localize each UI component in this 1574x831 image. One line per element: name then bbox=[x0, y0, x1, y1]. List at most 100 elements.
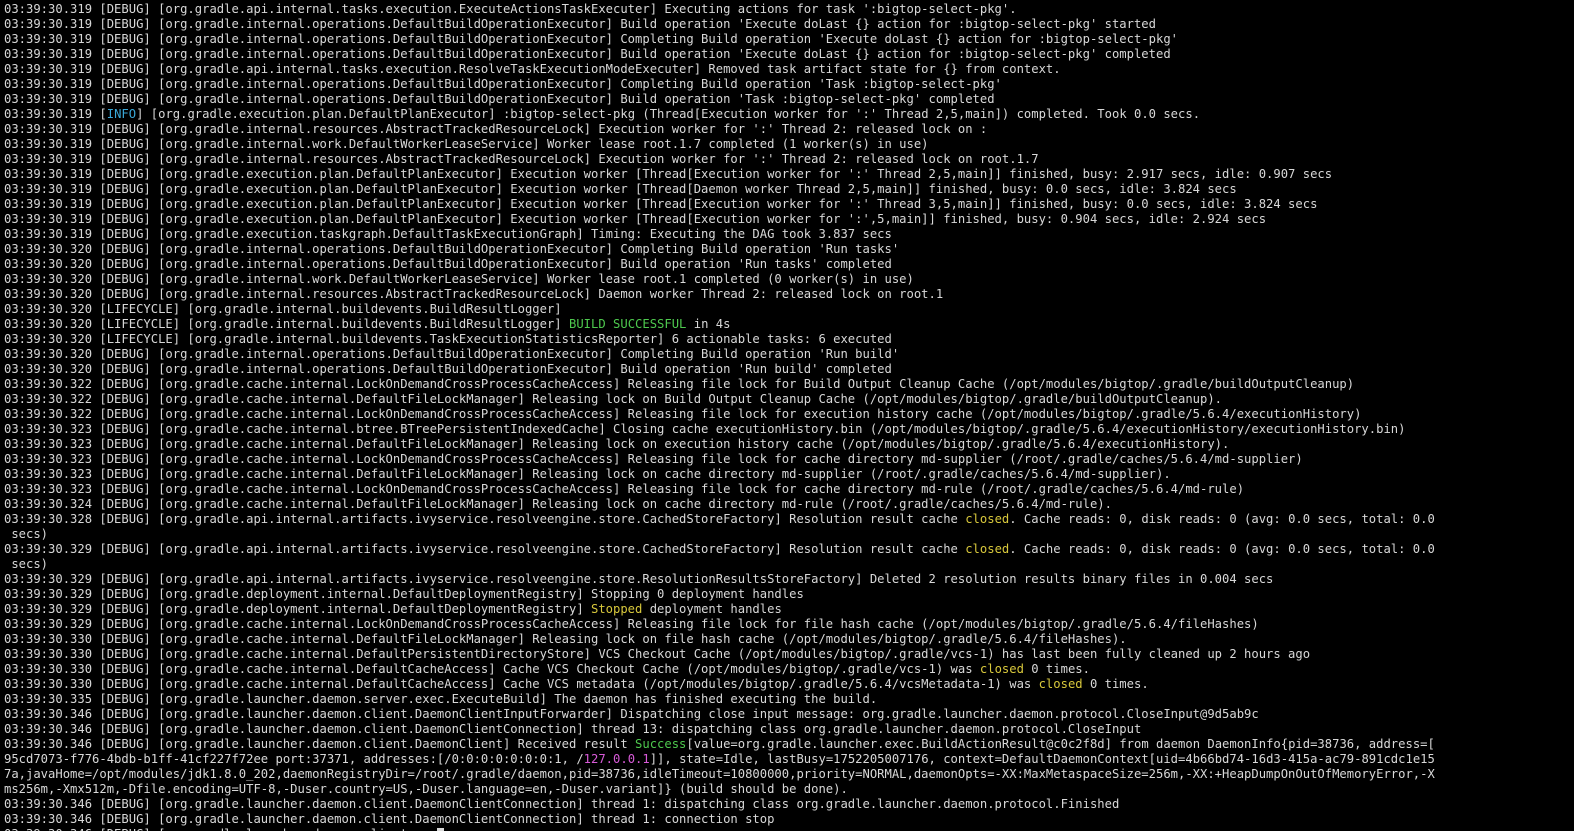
highlighted-log-text: BUILD SUCCESSFUL bbox=[569, 317, 687, 331]
terminal-line: 03:39:30.319 [DEBUG] [org.gradle.executi… bbox=[4, 197, 1574, 212]
terminal-line: 95cd7073-f776-4bdb-b1ff-41cf227f72ee por… bbox=[4, 752, 1574, 767]
log-text: 95cd7073-f776-4bdb-b1ff-41cf227f72ee por… bbox=[4, 752, 584, 766]
log-text: 03:39:30.346 [DEBUG] [org.gradle.launche… bbox=[4, 827, 437, 831]
log-text: 03:39:30.330 [DEBUG] [org.gradle.cache.i… bbox=[4, 677, 1039, 691]
log-text: 03:39:30.319 [DEBUG] [org.gradle.interna… bbox=[4, 92, 995, 106]
highlighted-log-text: INFO bbox=[106, 107, 137, 121]
log-text: 03:39:30.329 [DEBUG] [org.gradle.cache.i… bbox=[4, 617, 1259, 631]
log-text: 03:39:30.346 [DEBUG] [org.gradle.launche… bbox=[4, 737, 636, 751]
terminal-window[interactable]: 03:39:30.319 [DEBUG] [org.gradle.api.int… bbox=[0, 0, 1574, 831]
terminal-line: secs) bbox=[4, 527, 1574, 542]
terminal-line: 03:39:30.320 [DEBUG] [org.gradle.interna… bbox=[4, 242, 1574, 257]
terminal-line: 03:39:30.346 [DEBUG] [org.gradle.launche… bbox=[4, 797, 1574, 812]
terminal-line: 03:39:30.319 [INFO] [org.gradle.executio… bbox=[4, 107, 1574, 122]
terminal-line: 03:39:30.323 [DEBUG] [org.gradle.cache.i… bbox=[4, 422, 1574, 437]
log-text: 03:39:30.322 [DEBUG] [org.gradle.cache.i… bbox=[4, 392, 1223, 406]
highlighted-log-text: 127.0.0.1 bbox=[583, 752, 650, 766]
terminal-line: 03:39:30.346 [DEBUG] [org.gradle.launche… bbox=[4, 722, 1574, 737]
terminal-line: 03:39:30.335 [DEBUG] [org.gradle.launche… bbox=[4, 692, 1574, 707]
terminal-line: 03:39:30.319 [DEBUG] [org.gradle.executi… bbox=[4, 182, 1574, 197]
log-text: 03:39:30.330 [DEBUG] [org.gradle.cache.i… bbox=[4, 632, 1127, 646]
log-text: 03:39:30.320 [LIFECYCLE] [org.gradle.int… bbox=[4, 317, 569, 331]
log-text: 03:39:30.319 [ bbox=[4, 107, 107, 121]
terminal-line: 03:39:30.322 [DEBUG] [org.gradle.cache.i… bbox=[4, 407, 1574, 422]
terminal-line: 03:39:30.319 [DEBUG] [org.gradle.executi… bbox=[4, 227, 1574, 242]
log-text: ms256m,-Xmx512m,-Dfile.encoding=UTF-8,-D… bbox=[4, 782, 848, 796]
terminal-line: 03:39:30.329 [DEBUG] [org.gradle.api.int… bbox=[4, 542, 1574, 557]
terminal-line: 03:39:30.322 [DEBUG] [org.gradle.cache.i… bbox=[4, 392, 1574, 407]
log-text: 03:39:30.319 [DEBUG] [org.gradle.interna… bbox=[4, 137, 929, 151]
highlighted-log-text: closed bbox=[1038, 677, 1083, 691]
log-text: 03:39:30.320 [DEBUG] [org.gradle.interna… bbox=[4, 362, 892, 376]
terminal-line: 03:39:30.319 [DEBUG] [org.gradle.interna… bbox=[4, 137, 1574, 152]
log-text: 0 times. bbox=[1023, 662, 1090, 676]
terminal-line: 03:39:30.330 [DEBUG] [org.gradle.cache.i… bbox=[4, 677, 1574, 692]
terminal-line: 03:39:30.324 [DEBUG] [org.gradle.cache.i… bbox=[4, 497, 1574, 512]
terminal-line: 03:39:30.323 [DEBUG] [org.gradle.cache.i… bbox=[4, 452, 1574, 467]
log-text: 03:39:30.320 [DEBUG] [org.gradle.interna… bbox=[4, 347, 900, 361]
terminal-line: 03:39:30.320 [DEBUG] [org.gradle.interna… bbox=[4, 362, 1574, 377]
log-text: 03:39:30.320 [DEBUG] [org.gradle.interna… bbox=[4, 257, 892, 271]
terminal-line: 03:39:30.319 [DEBUG] [org.gradle.api.int… bbox=[4, 62, 1574, 77]
terminal-line: 03:39:30.323 [DEBUG] [org.gradle.cache.i… bbox=[4, 467, 1574, 482]
terminal-line: 03:39:30.320 [DEBUG] [org.gradle.interna… bbox=[4, 272, 1574, 287]
log-text: 03:39:30.346 [DEBUG] [org.gradle.launche… bbox=[4, 722, 1142, 736]
log-text: 03:39:30.319 [DEBUG] [org.gradle.api.int… bbox=[4, 2, 1017, 16]
log-text: 03:39:30.319 [DEBUG] [org.gradle.executi… bbox=[4, 197, 1318, 211]
terminal-line: 03:39:30.319 [DEBUG] [org.gradle.interna… bbox=[4, 152, 1574, 167]
highlighted-log-text: closed bbox=[965, 542, 1010, 556]
log-text: 03:39:30.319 [DEBUG] [org.gradle.executi… bbox=[4, 182, 1237, 196]
log-text: 03:39:30.320 [DEBUG] [org.gradle.interna… bbox=[4, 272, 914, 286]
terminal-line: 03:39:30.346 [DEBUG] [org.gradle.launche… bbox=[4, 737, 1574, 752]
terminal-line: 03:39:30.320 [DEBUG] [org.gradle.interna… bbox=[4, 257, 1574, 272]
highlighted-log-text: Stopped bbox=[591, 602, 643, 616]
log-text: 03:39:30.319 [DEBUG] [org.gradle.interna… bbox=[4, 17, 1156, 31]
log-text: ]], state=Idle, lastBusy=1752205007176, … bbox=[649, 752, 1435, 766]
terminal-line: 03:39:30.346 [DEBUG] [org.gradle.launche… bbox=[4, 812, 1574, 827]
log-text: 03:39:30.324 [DEBUG] [org.gradle.cache.i… bbox=[4, 497, 1112, 511]
terminal-line: 03:39:30.319 [DEBUG] [org.gradle.interna… bbox=[4, 77, 1574, 92]
log-text: 03:39:30.322 [DEBUG] [org.gradle.cache.i… bbox=[4, 407, 1362, 421]
terminal-line: 03:39:30.319 [DEBUG] [org.gradle.interna… bbox=[4, 122, 1574, 137]
terminal-line: 03:39:30.323 [DEBUG] [org.gradle.cache.i… bbox=[4, 482, 1574, 497]
terminal-line: 7a,javaHome=/opt/modules/jdk1.8.0_202,da… bbox=[4, 767, 1574, 782]
log-text: 03:39:30.320 [DEBUG] [org.gradle.interna… bbox=[4, 287, 944, 301]
terminal-line: 03:39:30.330 [DEBUG] [org.gradle.cache.i… bbox=[4, 662, 1574, 677]
log-text: 03:39:30.319 [DEBUG] [org.gradle.interna… bbox=[4, 77, 1002, 91]
log-text: 03:39:30.322 [DEBUG] [org.gradle.cache.i… bbox=[4, 377, 1355, 391]
terminal-line: 03:39:30.319 [DEBUG] [org.gradle.interna… bbox=[4, 92, 1574, 107]
terminal-line: 03:39:30.322 [DEBUG] [org.gradle.cache.i… bbox=[4, 377, 1574, 392]
log-text: 03:39:30.330 [DEBUG] [org.gradle.cache.i… bbox=[4, 647, 1311, 661]
terminal-line: 03:39:30.329 [DEBUG] [org.gradle.cache.i… bbox=[4, 617, 1574, 632]
highlighted-log-text: closed bbox=[965, 512, 1010, 526]
log-text: 03:39:30.329 [DEBUG] [org.gradle.deploym… bbox=[4, 602, 591, 616]
log-text: . Cache reads: 0, disk reads: 0 (avg: 0.… bbox=[1009, 542, 1435, 556]
log-text: 03:39:30.330 [DEBUG] [org.gradle.cache.i… bbox=[4, 662, 980, 676]
log-text: 03:39:30.323 [DEBUG] [org.gradle.cache.i… bbox=[4, 437, 1230, 451]
log-text: secs) bbox=[4, 527, 49, 541]
terminal-line: 03:39:30.323 [DEBUG] [org.gradle.cache.i… bbox=[4, 437, 1574, 452]
log-text: 03:39:30.319 [DEBUG] [org.gradle.interna… bbox=[4, 152, 1039, 166]
log-text: 03:39:30.320 [LIFECYCLE] [org.gradle.int… bbox=[4, 332, 892, 346]
terminal-line: 03:39:30.320 [LIFECYCLE] [org.gradle.int… bbox=[4, 302, 1574, 317]
terminal-line: 03:39:30.319 [DEBUG] [org.gradle.executi… bbox=[4, 212, 1574, 227]
log-text: 03:39:30.319 [DEBUG] [org.gradle.api.int… bbox=[4, 62, 1061, 76]
log-text: secs) bbox=[4, 557, 49, 571]
highlighted-log-text: closed bbox=[979, 662, 1024, 676]
terminal-line: 03:39:30.346 [DEBUG] [org.gradle.launche… bbox=[4, 707, 1574, 722]
terminal-line: 03:39:30.329 [DEBUG] [org.gradle.deploym… bbox=[4, 602, 1574, 617]
log-text: 03:39:30.335 [DEBUG] [org.gradle.launche… bbox=[4, 692, 878, 706]
log-text: 03:39:30.323 [DEBUG] [org.gradle.cache.i… bbox=[4, 422, 1406, 436]
log-text: 03:39:30.319 [DEBUG] [org.gradle.executi… bbox=[4, 167, 1333, 181]
log-text: 03:39:30.319 [DEBUG] [org.gradle.interna… bbox=[4, 47, 1171, 61]
log-text: 03:39:30.323 [DEBUG] [org.gradle.cache.i… bbox=[4, 467, 1171, 481]
terminal-line: 03:39:30.329 [DEBUG] [org.gradle.api.int… bbox=[4, 572, 1574, 587]
log-text: 03:39:30.323 [DEBUG] [org.gradle.cache.i… bbox=[4, 452, 1303, 466]
terminal-line: 03:39:30.346 [DEBUG] [org.gradle.launche… bbox=[4, 827, 1574, 831]
log-text: 03:39:30.329 [DEBUG] [org.gradle.deploym… bbox=[4, 587, 804, 601]
terminal-line: 03:39:30.319 [DEBUG] [org.gradle.api.int… bbox=[4, 2, 1574, 17]
log-text: 03:39:30.323 [DEBUG] [org.gradle.cache.i… bbox=[4, 482, 1245, 496]
log-text: 03:39:30.329 [DEBUG] [org.gradle.api.int… bbox=[4, 542, 966, 556]
terminal-line: 03:39:30.330 [DEBUG] [org.gradle.cache.i… bbox=[4, 632, 1574, 647]
terminal-line: 03:39:30.329 [DEBUG] [org.gradle.deploym… bbox=[4, 587, 1574, 602]
